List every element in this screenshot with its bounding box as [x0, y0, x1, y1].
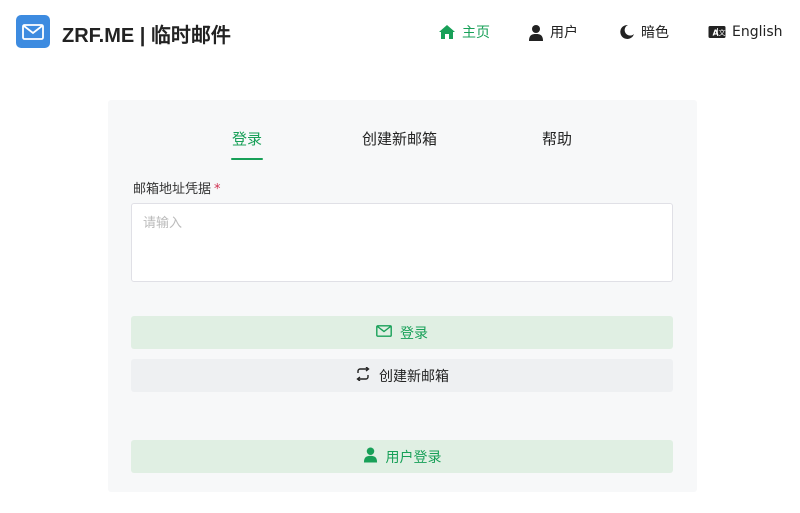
- credential-label-text: 邮箱地址凭据: [133, 182, 212, 197]
- tab-login[interactable]: 登录: [232, 128, 262, 149]
- nav-home-label: 主页: [462, 25, 490, 41]
- login-button-label: 登录: [400, 325, 428, 342]
- tab-help[interactable]: 帮助: [542, 128, 572, 149]
- refresh-arrows-icon: [355, 365, 371, 385]
- active-tab-indicator: [231, 158, 263, 160]
- user-icon: [528, 24, 544, 41]
- moon-icon: [619, 24, 635, 40]
- create-mailbox-button[interactable]: 创建新邮箱: [131, 359, 673, 392]
- nav-user-label: 用户: [550, 25, 578, 41]
- user-login-button[interactable]: 用户登录: [131, 440, 673, 473]
- credential-input[interactable]: [131, 203, 673, 282]
- login-card: 登录 创建新邮箱 帮助 邮箱地址凭据* 登录 创建新邮箱: [108, 100, 697, 492]
- user-login-button-label: 用户登录: [385, 449, 442, 466]
- nav-user[interactable]: 用户: [528, 20, 578, 44]
- tab-create-mailbox[interactable]: 创建新邮箱: [362, 128, 437, 149]
- site-title[interactable]: ZRF.ME | 临时邮件: [62, 19, 231, 48]
- login-button[interactable]: 登录: [131, 316, 673, 349]
- nav-home[interactable]: 主页: [438, 20, 490, 44]
- translate-icon: A 文: [708, 25, 726, 39]
- top-bar: ZRF.ME | 临时邮件 主页 用户 暗色 A 文 English: [0, 0, 800, 66]
- svg-text:文: 文: [719, 28, 726, 37]
- home-icon: [438, 24, 456, 40]
- credential-label: 邮箱地址凭据 *: [133, 178, 221, 197]
- nav-language-label: English: [732, 24, 783, 40]
- mail-logo-icon[interactable]: [16, 15, 50, 48]
- nav-language[interactable]: A 文 English: [708, 20, 783, 44]
- mail-icon: [376, 324, 392, 341]
- nav-dark-mode[interactable]: 暗色: [619, 20, 669, 44]
- nav-dark-label: 暗色: [641, 25, 669, 41]
- create-mailbox-button-label: 创建新邮箱: [379, 368, 449, 385]
- user-icon: [363, 446, 378, 467]
- required-mark: *: [214, 182, 221, 197]
